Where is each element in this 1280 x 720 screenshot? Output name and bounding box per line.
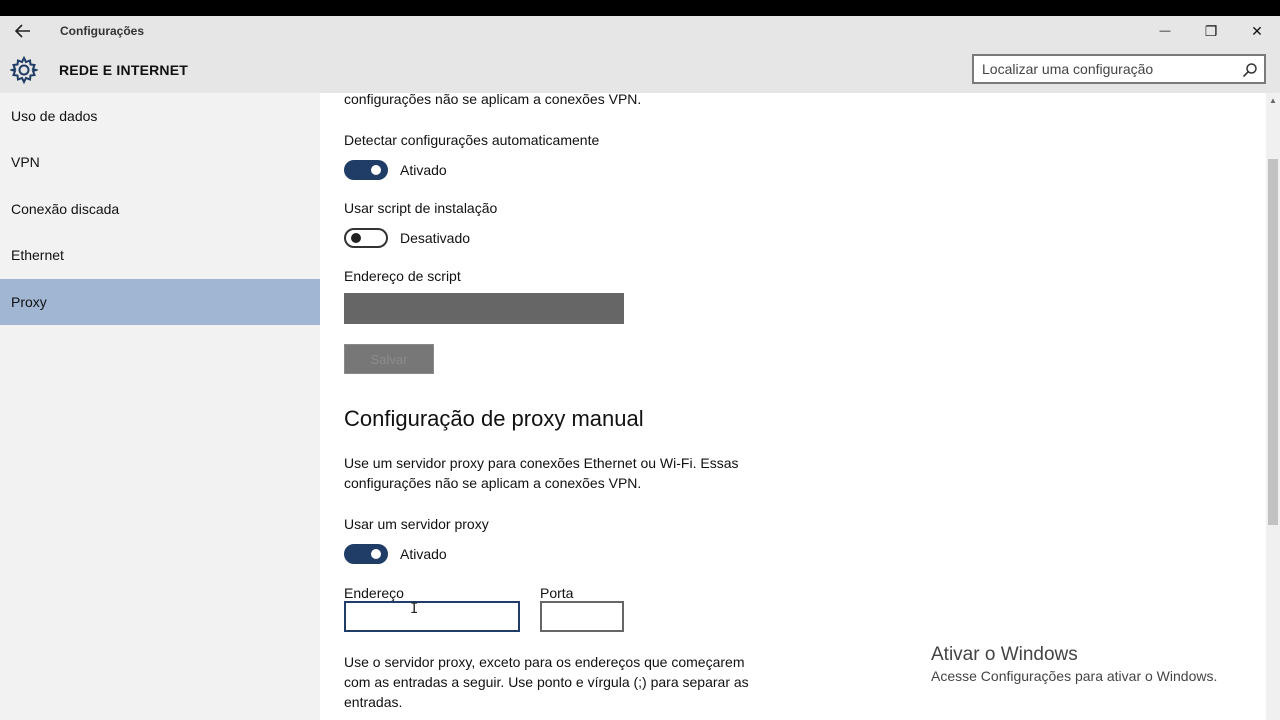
gear-icon <box>10 56 38 84</box>
auto-detect-state: Ativado <box>400 162 447 178</box>
section-title: REDE E INTERNET <box>59 62 189 78</box>
app-title: Configurações <box>60 24 145 38</box>
close-button[interactable]: ✕ <box>1234 16 1280 46</box>
restore-icon: ❐ <box>1204 22 1218 39</box>
use-proxy-toggle[interactable] <box>344 544 388 564</box>
sidebar-item-label: VPN <box>11 154 40 170</box>
page-header: REDE E INTERNET <box>0 46 1280 93</box>
activation-watermark-subtitle: Acesse Configurações para ativar o Windo… <box>931 668 1218 684</box>
sidebar-item-vpn[interactable]: VPN <box>0 139 320 185</box>
setup-script-toggle[interactable] <box>344 228 388 248</box>
sidebar-item-label: Conexão discada <box>11 201 120 217</box>
sidebar-item-conexao-discada[interactable]: Conexão discada <box>0 186 320 232</box>
use-proxy-label: Usar um servidor proxy <box>344 516 489 532</box>
script-address-field <box>344 293 624 324</box>
sidebar-item-uso-de-dados[interactable]: Uso de dados <box>0 93 320 139</box>
setup-script-label: Usar script de instalação <box>344 200 498 216</box>
port-label: Porta <box>540 585 574 601</box>
manual-proxy-desc-line2: configurações não se aplicam a conexões … <box>344 475 642 491</box>
sidebar-item-ethernet[interactable]: Ethernet <box>0 232 320 278</box>
activation-watermark-title: Ativar o Windows <box>931 644 1078 665</box>
minimize-button[interactable]: — <box>1142 16 1188 46</box>
back-button[interactable] <box>8 18 38 44</box>
setup-script-state: Desativado <box>400 230 471 246</box>
maximize-button[interactable]: ❐ <box>1188 16 1234 46</box>
search-input[interactable] <box>982 60 1232 78</box>
sidebar-item-label: Proxy <box>11 294 47 310</box>
proxy-settings-panel: configurações não se aplicam a conexões … <box>320 93 1266 720</box>
auto-detect-label: Detectar configurações automaticamente <box>344 132 600 148</box>
vertical-scrollbar[interactable]: ▲ <box>1266 93 1280 720</box>
auto-config-desc-tail: configurações não se aplicam a conexões … <box>344 93 642 107</box>
port-input[interactable] <box>540 601 624 632</box>
toggle-knob <box>351 233 361 243</box>
scroll-up-icon[interactable]: ▲ <box>1266 93 1280 107</box>
close-icon: ✕ <box>1251 22 1263 39</box>
address-label: Endereço <box>344 585 404 601</box>
exceptions-desc-line1: Use o servidor proxy, exceto para os end… <box>344 654 745 670</box>
search-icon[interactable] <box>1242 62 1258 78</box>
manual-proxy-heading: Configuração de proxy manual <box>344 406 644 431</box>
sidebar-item-proxy[interactable]: Proxy <box>0 279 320 325</box>
title-bar: Configurações — ❐ ✕ <box>0 16 1280 46</box>
sidebar-item-label: Ethernet <box>11 247 64 263</box>
script-address-label: Endereço de script <box>344 268 461 284</box>
toggle-knob <box>371 165 381 175</box>
sidebar: Uso de dados VPN Conexão discada Etherne… <box>0 93 320 720</box>
use-proxy-state: Ativado <box>400 546 447 562</box>
address-input[interactable] <box>344 601 520 632</box>
save-button: Salvar <box>344 344 434 374</box>
minimize-icon: — <box>1159 25 1171 37</box>
toggle-knob <box>371 549 381 559</box>
sidebar-item-label: Uso de dados <box>11 108 98 124</box>
exceptions-desc-line3: entradas. <box>344 694 403 710</box>
auto-detect-toggle[interactable] <box>344 160 388 180</box>
search-box[interactable] <box>972 54 1266 84</box>
settings-window: Configurações — ❐ ✕ REDE E INTERNET Loca… <box>0 16 1280 720</box>
manual-proxy-desc-line1: Use um servidor proxy para conexões Ethe… <box>344 455 739 471</box>
back-arrow-icon <box>15 24 30 38</box>
scroll-thumb[interactable] <box>1268 159 1278 525</box>
text-cursor-icon: I <box>410 601 419 617</box>
exceptions-desc-line2: com as entradas a seguir. Use ponto e ví… <box>344 674 749 690</box>
